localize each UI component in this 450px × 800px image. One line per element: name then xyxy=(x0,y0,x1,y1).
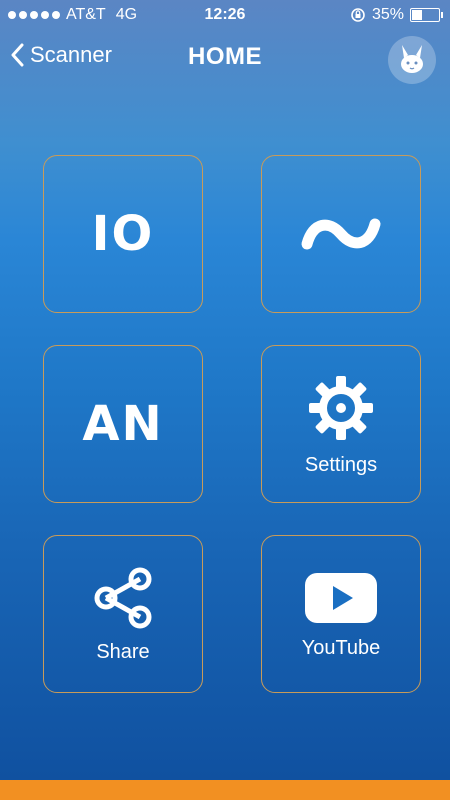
page-title: HOME xyxy=(188,43,262,70)
bottom-strip xyxy=(0,780,450,800)
gear-icon xyxy=(309,375,373,440)
youtube-icon xyxy=(305,572,377,623)
share-label: Share xyxy=(96,640,150,663)
nav-bar: Scanner HOME xyxy=(0,32,450,88)
battery-percent: 35% xyxy=(371,6,404,23)
io-glyph: IO xyxy=(91,206,155,262)
share-tile[interactable]: Share xyxy=(43,535,203,693)
orientation-lock-icon xyxy=(351,8,365,22)
wave-icon xyxy=(301,218,381,250)
youtube-tile[interactable]: YouTube xyxy=(261,535,421,693)
an-tile[interactable]: AN xyxy=(43,345,203,503)
bunny-icon xyxy=(401,45,423,73)
status-right: 35% xyxy=(350,6,443,24)
avatar[interactable] xyxy=(388,36,436,84)
youtube-label: YouTube xyxy=(301,636,381,659)
an-glyph: AN xyxy=(82,396,164,452)
status-bar: AT&T 4G 12:26 35% xyxy=(0,0,450,32)
battery-fill xyxy=(412,10,422,20)
share-icon xyxy=(94,567,152,628)
settings-label: Settings xyxy=(304,453,378,476)
io-tile[interactable]: IO xyxy=(43,155,203,313)
wave-tile[interactable] xyxy=(261,155,421,313)
battery-icon xyxy=(410,8,443,22)
settings-tile[interactable]: Settings xyxy=(261,345,421,503)
